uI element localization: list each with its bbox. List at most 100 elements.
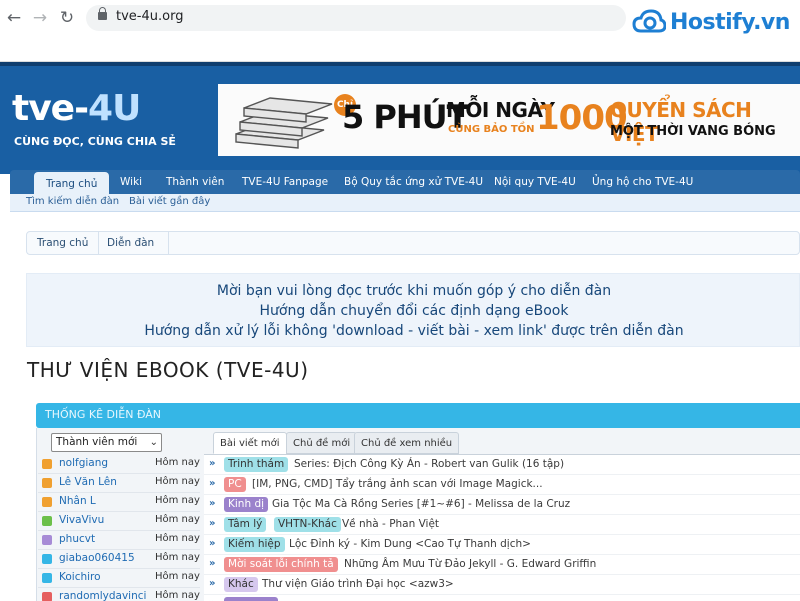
site-header: tve-4U CÙNG ĐỌC, CÙNG CHIA SẺ Chỉ 5 PHÚT… xyxy=(0,62,800,174)
member-name[interactable]: nolfgiang xyxy=(59,457,108,469)
breadcrumb-home[interactable]: Trang chủ xyxy=(37,237,88,249)
topic-row: » xyxy=(204,595,800,601)
topic-prefix[interactable]: Kiếm hiệp xyxy=(224,537,285,552)
nav-tab-code-of-conduct[interactable]: Bộ Quy tắc ứng xử TVE-4U xyxy=(344,170,483,194)
topic-row: » Kiếm hiệp Lộc Đỉnh ký - Kim Dung <Cao … xyxy=(204,535,800,555)
member-name[interactable]: Lê Văn Lên xyxy=(59,476,117,488)
watermark-text: Hostify.vn xyxy=(670,9,790,35)
user-icon xyxy=(42,459,52,469)
topic-prefix[interactable]: Tâm lý xyxy=(224,517,267,532)
notice-ebook-convert-link[interactable]: Hướng dẫn chuyển đổi các định dạng eBook xyxy=(27,303,800,319)
promo-banner[interactable]: Chỉ 5 PHÚT MỖI NGÀY CÙNG BẢO TỒN 1000 QU… xyxy=(218,84,800,156)
page-title: THƯ VIỆN EBOOK (TVE-4U) xyxy=(27,358,309,382)
member-time: Hôm nay xyxy=(155,552,200,563)
user-icon xyxy=(42,554,52,564)
member-row: Koichiro Hôm nay xyxy=(38,569,200,588)
notice-error-help-link[interactable]: Hướng dẫn xử lý lỗi không 'download - vi… xyxy=(27,323,800,339)
double-chevron-right-icon: » xyxy=(209,458,216,469)
topic-prefix[interactable] xyxy=(224,597,278,601)
topic-title[interactable]: [IM, PNG, CMD] Tẩy trắng ảnh scan với Im… xyxy=(252,478,543,490)
address-bar[interactable]: tve-4u.org xyxy=(86,5,626,31)
topic-title[interactable]: Thư viện Giáo trình Đại học <azw3> xyxy=(262,578,454,590)
nav-tab-wiki[interactable]: Wiki xyxy=(120,170,142,194)
topic-row: » PC [IM, PNG, CMD] Tẩy trắng ảnh scan v… xyxy=(204,475,800,495)
topic-title[interactable]: Series: Địch Công Kỳ Án - Robert van Gul… xyxy=(294,458,564,470)
back-icon[interactable]: ← xyxy=(4,8,24,28)
banner-right-bottom: MỘT THỜI VANG BÓNG xyxy=(610,124,776,139)
nav-tab-support[interactable]: Ủng hộ cho TVE-4U xyxy=(592,170,693,194)
topic-title[interactable]: Về nhà - Phan Việt xyxy=(342,518,439,530)
tab-new-posts[interactable]: Bài viết mới xyxy=(213,432,287,454)
double-chevron-right-icon: » xyxy=(209,498,216,509)
member-filter-value: Thành viên mới xyxy=(56,436,138,448)
member-name[interactable]: Koichiro xyxy=(59,571,101,583)
url-text: tve-4u.org xyxy=(116,9,184,24)
member-name[interactable]: Nhân L xyxy=(59,495,96,507)
site-logo[interactable]: tve-4U xyxy=(12,88,141,129)
stats-panel-header: THỐNG KÊ DIỄN ĐÀN xyxy=(36,403,800,428)
member-name[interactable]: phucvt xyxy=(59,533,95,545)
notice-block: Mời bạn vui lòng đọc trước khi muốn góp … xyxy=(26,273,800,347)
user-icon xyxy=(42,478,52,488)
topic-title[interactable]: Gia Tộc Ma Cà Rồng Series [#1~#6] - Meli… xyxy=(272,498,570,510)
logo-main: tve- xyxy=(12,88,89,129)
topic-prefix[interactable]: Trinh thám xyxy=(224,457,289,472)
user-icon xyxy=(42,573,52,583)
member-name[interactable]: giabao060415 xyxy=(59,552,135,564)
tab-new-threads[interactable]: Chủ đề mới xyxy=(286,432,358,454)
breadcrumb-separator xyxy=(89,232,99,254)
topic-row: » Mời soát lỗi chính tả Những Âm Mưu Từ … xyxy=(204,555,800,575)
nav-tab-rules[interactable]: Nội quy TVE-4U xyxy=(494,170,576,194)
member-row: phucvt Hôm nay xyxy=(38,531,200,550)
nav-tab-home[interactable]: Trang chủ xyxy=(34,172,110,196)
member-time: Hôm nay xyxy=(155,457,200,468)
breadcrumb-forums[interactable]: Diễn đàn xyxy=(107,237,154,249)
topic-title[interactable]: Những Âm Mưu Từ Đảo Jekyll - G. Edward G… xyxy=(344,558,596,570)
stats-panel-title: THỐNG KÊ DIỄN ĐÀN xyxy=(45,408,162,421)
member-time: Hôm nay xyxy=(155,495,200,506)
topic-row: » Kinh dị Gia Tộc Ma Cà Rồng Series [#1~… xyxy=(204,495,800,515)
nav-tab-members[interactable]: Thành viên xyxy=(166,170,224,194)
subnav-recent-posts[interactable]: Bài viết gần đây xyxy=(129,196,210,207)
banner-sub: CÙNG BẢO TỒN xyxy=(448,124,535,135)
topic-prefix[interactable]: Kinh dị xyxy=(224,497,269,512)
sub-nav: Tìm kiếm diễn đàn Bài viết gần đây xyxy=(10,194,800,212)
member-time: Hôm nay xyxy=(155,590,200,601)
user-icon xyxy=(42,516,52,526)
topic-list: » Trinh thám Series: Địch Công Kỳ Án - R… xyxy=(204,454,800,601)
double-chevron-right-icon: » xyxy=(209,578,216,589)
member-row: randomlydavinci Hôm nay xyxy=(38,588,200,601)
tab-most-viewed[interactable]: Chủ đề xem nhiều xyxy=(354,432,460,454)
forward-icon[interactable]: → xyxy=(30,8,50,28)
reload-icon[interactable]: ↻ xyxy=(57,8,77,28)
member-filter-select[interactable]: Thành viên mới ⌄ xyxy=(51,433,162,452)
member-time: Hôm nay xyxy=(155,533,200,544)
cloud-logo-icon xyxy=(632,9,666,33)
double-chevron-right-icon: » xyxy=(209,478,216,489)
member-row: giabao060415 Hôm nay xyxy=(38,550,200,569)
topic-title[interactable]: Lộc Đỉnh ký - Kim Dung <Cao Tự Thanh dịc… xyxy=(289,538,531,550)
topic-prefix[interactable]: Khác xyxy=(224,577,258,592)
member-name[interactable]: randomlydavinci xyxy=(59,590,146,601)
breadcrumb-separator xyxy=(159,232,169,254)
site-tagline: CÙNG ĐỌC, CÙNG CHIA SẺ xyxy=(14,135,176,148)
browser-toolbar: ← → ↻ tve-4u.org Hostify.vn xyxy=(0,0,800,62)
breadcrumb: Trang chủ Diễn đàn xyxy=(26,231,800,255)
logo-accent: 4U xyxy=(88,88,141,129)
subnav-search-forums[interactable]: Tìm kiếm diễn đàn xyxy=(26,196,119,207)
notice-feedback-link[interactable]: Mời bạn vui lòng đọc trước khi muốn góp … xyxy=(27,283,800,299)
member-row: VivaVivu Hôm nay xyxy=(38,512,200,531)
member-time: Hôm nay xyxy=(155,476,200,487)
topic-prefix[interactable]: VHTN-Khác xyxy=(274,517,341,532)
member-row: Nhân L Hôm nay xyxy=(38,493,200,512)
user-icon xyxy=(42,592,52,601)
topic-prefix[interactable]: Mời soát lỗi chính tả xyxy=(224,557,338,572)
lock-icon xyxy=(98,7,107,20)
topic-row: » Khác Thư viện Giáo trình Đại học <azw3… xyxy=(204,575,800,595)
topic-row: » Tâm lý VHTN-Khác Về nhà - Phan Việt xyxy=(204,515,800,535)
double-chevron-right-icon: » xyxy=(209,518,216,529)
nav-tab-fanpage[interactable]: TVE-4U Fanpage xyxy=(242,170,328,194)
topic-prefix[interactable]: PC xyxy=(224,477,246,492)
member-time: Hôm nay xyxy=(155,514,200,525)
member-name[interactable]: VivaVivu xyxy=(59,514,104,526)
